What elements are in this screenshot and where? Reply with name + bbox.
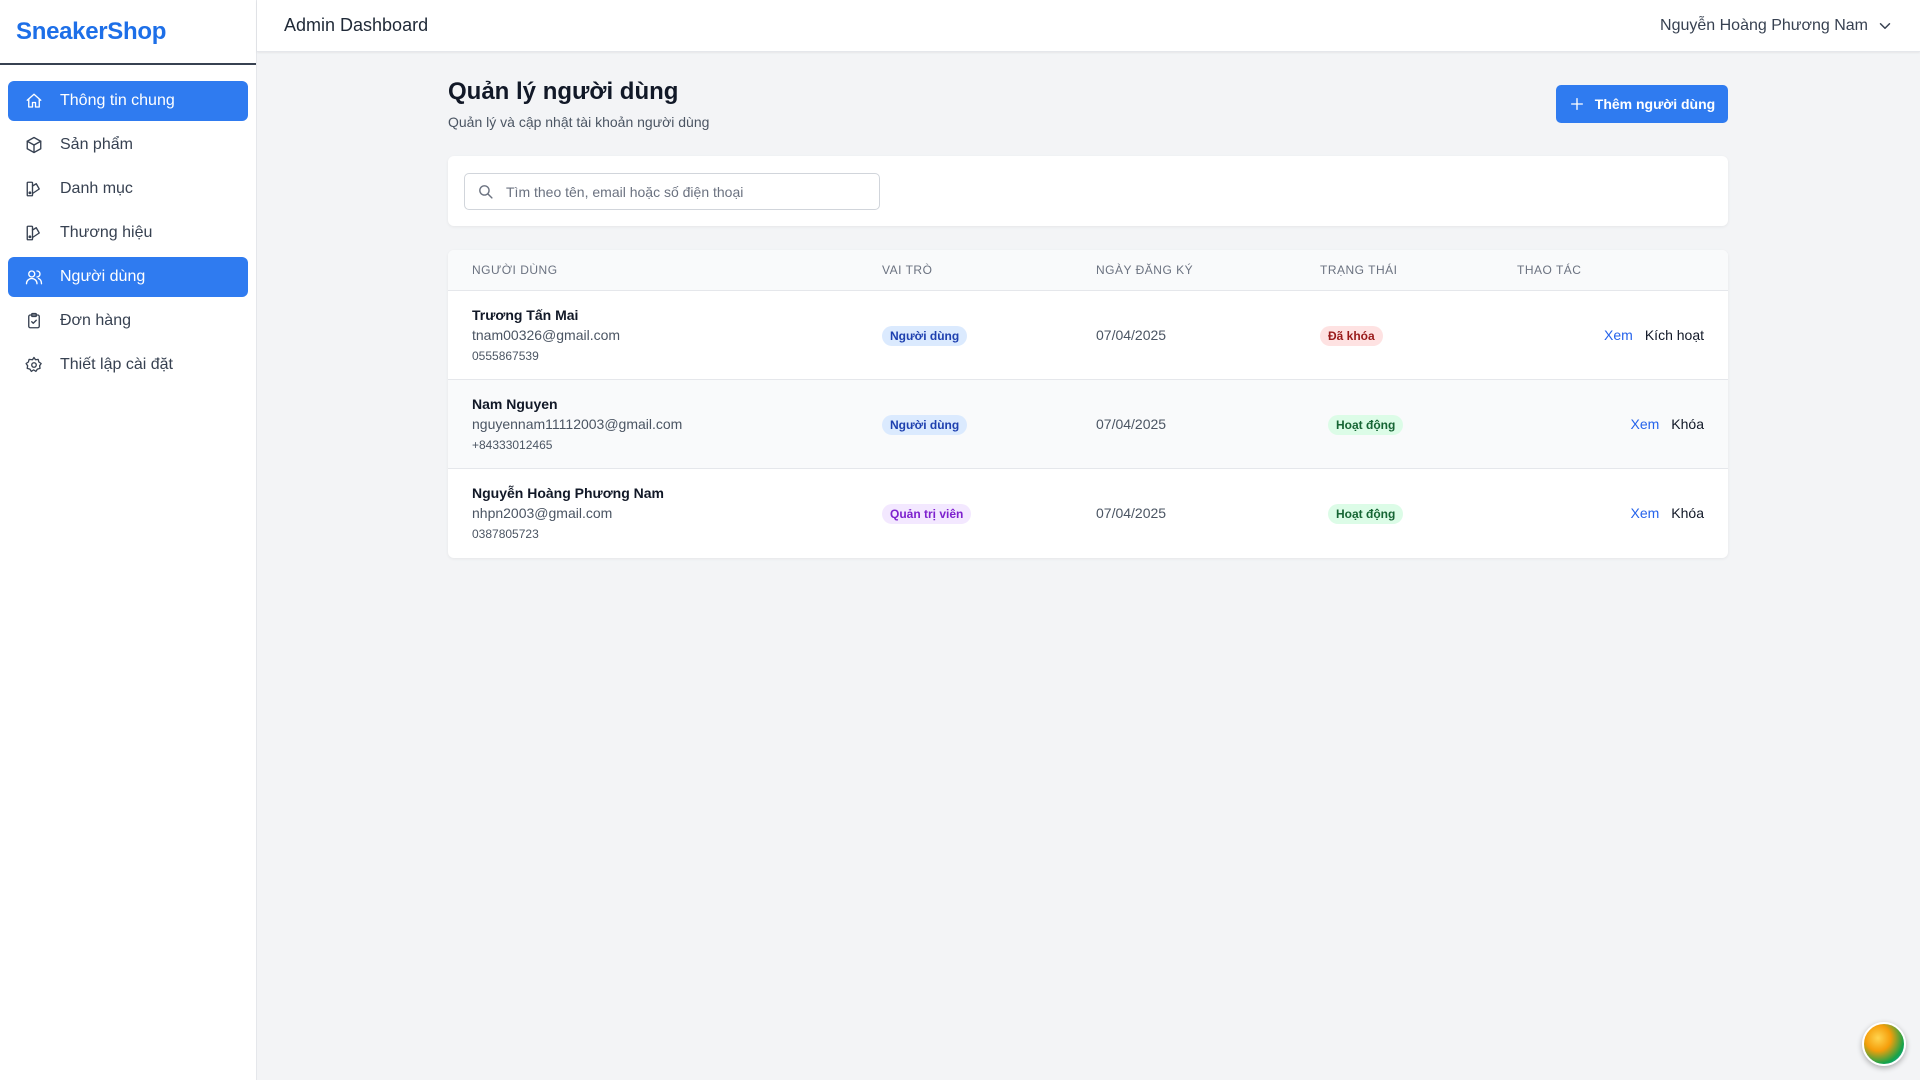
lock-button[interactable]: Khóa [1671, 416, 1704, 432]
sidebar-item-overview[interactable]: Thông tin chung [8, 81, 248, 121]
status-badge: Hoạt động [1328, 504, 1404, 524]
user-name-cell: Trương Tấn Mai [472, 307, 579, 323]
users-table: Người dùng Vai trò Ngày đăng ký Trạng th… [448, 250, 1728, 558]
chevron-down-icon [1879, 22, 1891, 29]
activate-button[interactable]: Kích hoạt [1645, 327, 1704, 343]
lock-button[interactable]: Khóa [1671, 505, 1704, 521]
user-menu[interactable]: Nguyễn Hoàng Phương Nam [1660, 17, 1894, 35]
sidebar: SneakerShop Thông tin chung Sản phẩm Dan… [0, 0, 257, 1080]
brand-name[interactable]: SneakerShop [16, 18, 166, 46]
column-header-date[interactable]: Ngày đăng ký [1096, 250, 1193, 291]
role-badge: Người dùng [882, 326, 968, 346]
search-input[interactable] [506, 183, 866, 200]
palette-icon [24, 179, 44, 199]
user-name-cell: Nguyễn Hoàng Phương Nam [472, 485, 664, 501]
sidebar-item-users[interactable]: Người dùng [8, 257, 248, 297]
row-actions: Xem Kích hoạt [1604, 327, 1704, 343]
user-phone-cell: +84333012465 [472, 438, 553, 452]
search-card [448, 156, 1728, 226]
row-actions: Xem Khóa [1631, 505, 1705, 521]
add-user-button[interactable]: Thêm người dùng [1556, 85, 1728, 123]
table-row: Nguyễn Hoàng Phương Nam nhpn2003@gmail.c… [448, 469, 1728, 558]
sidebar-nav: Thông tin chung Sản phẩm Danh mục Thương… [0, 65, 256, 385]
sidebar-item-label: Đơn hàng [60, 312, 131, 329]
sidebar-item-orders[interactable]: Đơn hàng [8, 301, 248, 341]
sidebar-item-label: Thông tin chung [60, 92, 175, 109]
user-phone-cell: 0387805723 [472, 527, 539, 541]
clipboard-icon [24, 311, 44, 331]
page-header: Quản lý người dùng Quản lý và cập nhật t… [448, 52, 1728, 156]
search-icon [479, 185, 493, 199]
add-user-label: Thêm người dùng [1594, 96, 1716, 112]
page-subtitle: Quản lý và cập nhật tài khoản người dùng [448, 114, 710, 130]
register-date: 07/04/2025 [1096, 327, 1167, 343]
view-button[interactable]: Xem [1631, 416, 1660, 432]
gear-icon [24, 355, 44, 375]
view-button[interactable]: Xem [1604, 327, 1633, 343]
sidebar-item-label: Người dùng [60, 268, 146, 285]
sidebar-item-label: Thiết lập cài đặt [60, 356, 173, 373]
sidebar-item-products[interactable]: Sản phẩm [8, 125, 248, 165]
column-header-status[interactable]: Trạng thái [1320, 250, 1397, 291]
table-header: Người dùng Vai trò Ngày đăng ký Trạng th… [448, 250, 1728, 291]
brand-logo[interactable]: SneakerShop [0, 0, 256, 65]
plus-icon [1570, 98, 1583, 110]
status-badge: Hoạt động [1328, 415, 1404, 435]
sidebar-item-label: Thương hiệu [60, 224, 153, 241]
palette-icon [24, 223, 44, 243]
table-row: Trương Tấn Mai tnam00326@gmail.com 05558… [448, 291, 1728, 380]
user-email-cell: nguyennam11112003@gmail.com [472, 416, 683, 432]
column-header-user[interactable]: Người dùng [472, 250, 558, 291]
sidebar-item-settings[interactable]: Thiết lập cài đặt [8, 345, 248, 385]
role-badge: Người dùng [882, 415, 968, 435]
row-actions: Xem Khóa [1631, 416, 1705, 432]
sidebar-item-categories[interactable]: Danh mục [8, 169, 248, 209]
role-badge: Quản trị viên [882, 504, 972, 524]
column-header-actions: Thao tác [1517, 263, 1582, 277]
status-badge: Đã khóa [1320, 326, 1383, 346]
floating-assistant-button[interactable] [1862, 1022, 1906, 1066]
sidebar-item-label: Danh mục [60, 180, 133, 197]
main-content: Quản lý người dùng Quản lý và cập nhật t… [448, 52, 1728, 558]
box-icon [24, 135, 44, 155]
top-header: Admin Dashboard Nguyễn Hoàng Phương Nam [257, 0, 1920, 52]
user-name-cell: Nam Nguyen [472, 396, 558, 412]
column-header-role[interactable]: Vai trò [882, 250, 932, 291]
view-button[interactable]: Xem [1631, 505, 1660, 521]
page-title: Quản lý người dùng [448, 78, 679, 105]
sidebar-item-brands[interactable]: Thương hiệu [8, 213, 248, 253]
sidebar-item-label: Sản phẩm [60, 136, 133, 153]
user-phone-cell: 0555867539 [472, 349, 539, 363]
user-name: Nguyễn Hoàng Phương Nam [1660, 16, 1868, 34]
home-icon [24, 91, 44, 111]
users-icon [24, 267, 44, 287]
table-row: Nam Nguyen nguyennam11112003@gmail.com +… [448, 380, 1728, 469]
user-email-cell: tnam00326@gmail.com [472, 327, 621, 343]
search-box[interactable] [464, 173, 880, 210]
user-email-cell: nhpn2003@gmail.com [472, 505, 613, 521]
header-title: Admin Dashboard [284, 15, 429, 35]
register-date: 07/04/2025 [1096, 505, 1167, 521]
register-date: 07/04/2025 [1096, 416, 1167, 432]
